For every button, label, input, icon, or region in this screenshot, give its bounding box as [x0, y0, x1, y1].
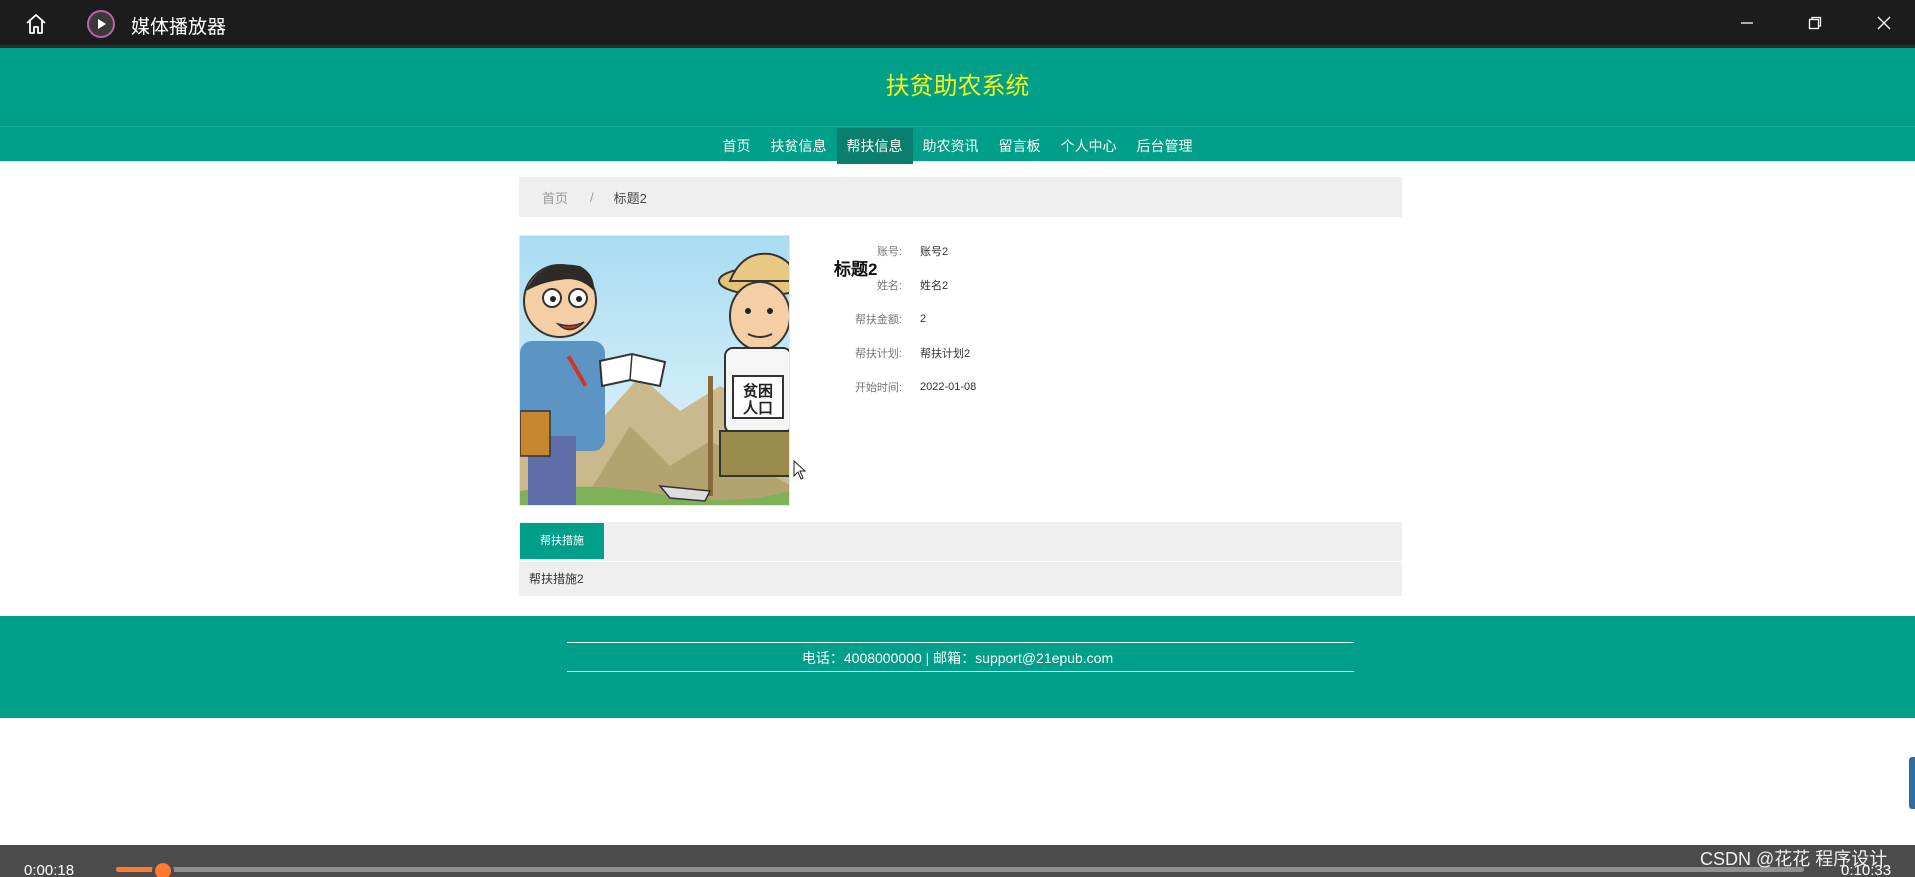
seek-thumb[interactable]: [152, 860, 174, 877]
close-button[interactable]: [1864, 8, 1904, 38]
home-icon: [26, 14, 46, 34]
nav-item-personal-center[interactable]: 个人中心: [1051, 128, 1127, 164]
play-icon: [98, 19, 106, 29]
field-start-date: 开始时间: 2022-01-08: [834, 377, 1334, 397]
detail-tabs: 帮扶措施: [519, 522, 1402, 561]
watermark: CSDN @花花 程序设计: [1700, 849, 1888, 869]
tab-assistance-measures[interactable]: 帮扶措施: [520, 523, 604, 559]
mouse-cursor-icon: [793, 459, 807, 485]
home-button[interactable]: [20, 10, 52, 38]
field-amount-value: 2: [920, 313, 927, 325]
restore-icon: [1808, 16, 1822, 30]
field-plan: 帮扶计划: 帮扶计划2: [834, 343, 1334, 363]
nav-item-poverty-info[interactable]: 扶贫信息: [761, 128, 837, 164]
nav-item-home[interactable]: 首页: [713, 128, 761, 164]
breadcrumb-home-link[interactable]: 首页: [542, 188, 568, 207]
breadcrumb: 首页 / 标题2: [519, 177, 1402, 217]
main-nav: 首页 扶贫信息 帮扶信息 助农资讯 留言板 个人中心 后台管理: [0, 128, 1915, 164]
field-amount: 帮扶金额: 2: [834, 309, 1334, 329]
minimize-icon: [1741, 22, 1753, 24]
field-account-label: 账号:: [876, 246, 902, 258]
poverty-cartoon-illustration: 贫困 人口: [520, 236, 789, 505]
nav-item-admin[interactable]: 后台管理: [1127, 128, 1203, 164]
media-player-app-icon: [87, 10, 115, 38]
field-plan-value: 帮扶计划2: [920, 348, 971, 360]
window-titlebar: 媒体播放器: [0, 0, 1915, 45]
site-header: 扶贫助农系统 首页 扶贫信息 帮扶信息 助农资讯 留言板 个人中心 后台管理: [0, 45, 1915, 164]
poverty-label-text: 贫困: [743, 382, 773, 400]
poverty-label-text-2: 人口: [743, 399, 773, 417]
field-plan-label: 帮扶计划:: [854, 348, 902, 360]
field-start-date-label: 开始时间:: [854, 382, 902, 394]
player-controls: 0:00:18 0:10:33: [0, 845, 1915, 877]
nav-item-message-board[interactable]: 留言板: [989, 128, 1051, 164]
seek-bar[interactable]: [116, 867, 1804, 872]
minimize-button[interactable]: [1727, 8, 1767, 38]
footer-divider-top: [567, 642, 1354, 643]
field-account-value: 账号2: [920, 246, 949, 258]
nav-item-assistance-info[interactable]: 帮扶信息: [836, 128, 913, 164]
footer-contact: 电话：4008000000 | 邮箱：support@21epub.com: [801, 650, 1114, 666]
tab-content: 帮扶措施2: [519, 562, 1402, 596]
close-icon: [1877, 16, 1891, 30]
field-start-date-value: 2022-01-08: [920, 381, 977, 393]
field-account: 账号: 账号2: [834, 241, 1334, 261]
restore-button[interactable]: [1795, 8, 1835, 38]
cover-image: 贫困 人口: [519, 235, 790, 506]
nav-item-agri-news[interactable]: 助农资讯: [913, 128, 989, 164]
field-name-value: 姓名2: [920, 280, 949, 292]
elapsed-time: 0:00:18: [24, 862, 75, 877]
breadcrumb-separator: /: [590, 189, 594, 205]
media-player-window: 媒体播放器 扶贫助农系统 首页 扶贫信息 帮扶信息 助农资讯 留言板 个人中心 …: [0, 0, 1915, 877]
window-title: 媒体播放器: [131, 17, 227, 38]
breadcrumb-current: 标题2: [613, 190, 647, 206]
site-title: 扶贫助农系统: [885, 73, 1030, 100]
side-scroll-handle[interactable]: [1909, 757, 1915, 809]
footer-divider-bottom: [567, 671, 1354, 672]
nav-divider: [0, 126, 1915, 127]
site-footer: 电话：4008000000 | 邮箱：support@21epub.com: [0, 616, 1915, 718]
field-name: 姓名: 姓名2: [834, 275, 1334, 295]
field-name-label: 姓名:: [876, 280, 902, 292]
field-amount-label: 帮扶金额:: [854, 314, 902, 326]
